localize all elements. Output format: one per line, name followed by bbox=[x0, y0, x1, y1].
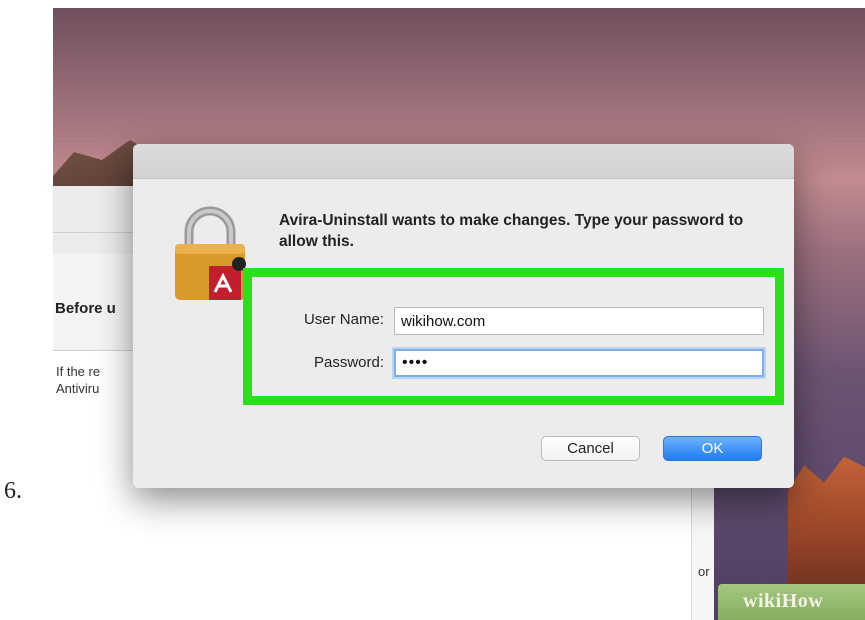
password-label: Password: bbox=[313, 354, 384, 371]
background-window-text-line: If the re bbox=[56, 364, 101, 379]
password-field[interactable] bbox=[394, 349, 764, 377]
cancel-button[interactable]: Cancel bbox=[541, 436, 640, 461]
screenshot: Before u If the re Antiviru or Avira-Uni… bbox=[53, 8, 865, 620]
auth-dialog: Avira-Uninstall wants to make changes. T… bbox=[133, 144, 794, 488]
username-field[interactable] bbox=[394, 307, 764, 335]
background-window-side-text: or bbox=[698, 564, 710, 579]
background-window-text-line: Antiviru bbox=[56, 381, 100, 396]
ok-button[interactable]: OK bbox=[663, 436, 762, 461]
step-number: 6. bbox=[4, 478, 22, 504]
dialog-message: Avira-Uninstall wants to make changes. T… bbox=[279, 212, 744, 250]
background-window-heading: Before u bbox=[55, 300, 116, 317]
dialog-titlebar bbox=[133, 144, 794, 179]
watermark-logo: wikiHow bbox=[743, 590, 824, 612]
padlock-icon bbox=[175, 206, 246, 300]
username-label: User Name: bbox=[303, 311, 384, 328]
credentials-highlight: User Name: Password: bbox=[243, 268, 784, 405]
